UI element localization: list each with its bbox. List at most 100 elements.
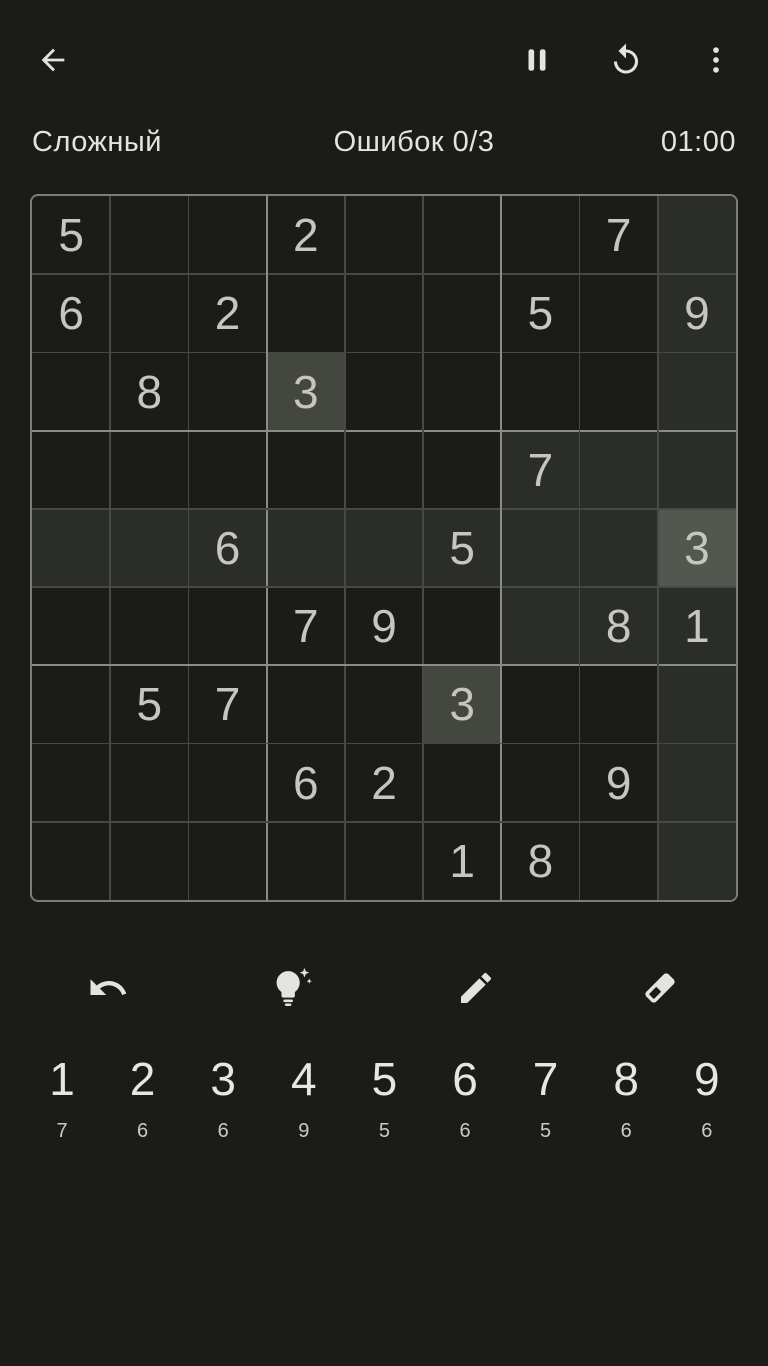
sudoku-cell[interactable] — [423, 431, 501, 509]
sudoku-cell[interactable] — [110, 274, 188, 352]
sudoku-cell[interactable] — [580, 822, 658, 900]
number-key[interactable]: 55 — [348, 1050, 420, 1150]
sudoku-cell[interactable] — [32, 352, 110, 430]
sudoku-cell[interactable] — [579, 430, 658, 509]
sudoku-cell[interactable]: 2 — [188, 274, 266, 352]
sudoku-cell[interactable] — [580, 665, 658, 743]
sudoku-cell[interactable] — [188, 822, 266, 900]
number-key[interactable]: 26 — [107, 1050, 179, 1150]
number-key[interactable]: 49 — [268, 1050, 340, 1150]
sudoku-cell[interactable]: 5 — [501, 274, 579, 352]
pause-button[interactable] — [509, 32, 565, 88]
sudoku-cell[interactable] — [657, 821, 736, 900]
sudoku-cell[interactable] — [32, 665, 110, 743]
lightbulb-sparkle-icon — [276, 967, 312, 1007]
back-button[interactable] — [25, 32, 81, 88]
sudoku-cell[interactable] — [344, 508, 424, 588]
number-key[interactable]: 75 — [510, 1050, 582, 1150]
sudoku-cell[interactable] — [110, 508, 189, 588]
sudoku-cell[interactable]: 2 — [267, 196, 345, 274]
sudoku-cell[interactable] — [188, 352, 266, 430]
sudoku-cell[interactable] — [423, 352, 501, 430]
number-key[interactable]: 36 — [187, 1050, 259, 1150]
sudoku-cell[interactable] — [657, 743, 736, 822]
sudoku-cell[interactable] — [267, 431, 345, 509]
sudoku-cell[interactable] — [266, 508, 345, 588]
sudoku-cell[interactable] — [345, 352, 423, 430]
sudoku-cell[interactable]: 9 — [345, 587, 423, 665]
sudoku-cell[interactable] — [501, 196, 579, 274]
number-key-digit: 6 — [452, 1053, 478, 1105]
sudoku-cell[interactable] — [345, 274, 423, 352]
sudoku-cell[interactable] — [501, 352, 579, 430]
sudoku-cell[interactable] — [345, 822, 423, 900]
sudoku-cell[interactable] — [267, 822, 345, 900]
sudoku-cell[interactable] — [580, 274, 658, 352]
sudoku-cell[interactable]: 8 — [110, 352, 188, 430]
sudoku-cell[interactable] — [267, 274, 345, 352]
sudoku-cell[interactable]: 8 — [579, 587, 658, 666]
sudoku-cell[interactable] — [501, 744, 579, 822]
sudoku-cell[interactable] — [32, 508, 111, 588]
sudoku-cell[interactable] — [423, 196, 501, 274]
sudoku-cell[interactable] — [423, 744, 501, 822]
sudoku-cell[interactable]: 1 — [657, 587, 736, 666]
notes-button[interactable] — [438, 950, 514, 1026]
sudoku-cell[interactable]: 2 — [345, 744, 423, 822]
sudoku-cell[interactable] — [657, 196, 736, 275]
erase-button[interactable] — [622, 950, 698, 1026]
sudoku-cell[interactable] — [32, 744, 110, 822]
sudoku-cell[interactable] — [110, 196, 188, 274]
sudoku-cell[interactable]: 3 — [657, 508, 736, 588]
sudoku-cell[interactable]: 7 — [267, 587, 345, 665]
sudoku-cell[interactable] — [423, 587, 501, 665]
sudoku-cell[interactable]: 3 — [423, 665, 502, 744]
sudoku-cell[interactable] — [32, 587, 110, 665]
number-key[interactable]: 17 — [26, 1050, 98, 1150]
number-key[interactable]: 66 — [429, 1050, 501, 1150]
sudoku-cell[interactable]: 3 — [266, 352, 345, 431]
sudoku-cell[interactable] — [110, 822, 188, 900]
sudoku-cell[interactable]: 6 — [32, 274, 110, 352]
sudoku-cell[interactable] — [345, 196, 423, 274]
sudoku-cell[interactable]: 7 — [580, 196, 658, 274]
more-menu-button[interactable] — [688, 32, 744, 88]
sudoku-cell[interactable] — [345, 431, 423, 509]
sudoku-cell[interactable]: 9 — [580, 744, 658, 822]
sudoku-cell[interactable] — [188, 431, 266, 509]
sudoku-cell[interactable]: 7 — [188, 665, 266, 743]
sudoku-cell[interactable]: 6 — [267, 744, 345, 822]
sudoku-cell[interactable] — [657, 665, 736, 744]
sudoku-cell[interactable]: 5 — [32, 196, 110, 274]
sudoku-cell[interactable] — [32, 822, 110, 900]
sudoku-cell[interactable]: 1 — [423, 822, 501, 900]
hint-button[interactable] — [254, 950, 330, 1026]
sudoku-cell[interactable]: 9 — [657, 274, 736, 353]
sudoku-cell[interactable]: 5 — [110, 665, 188, 743]
sudoku-cell[interactable] — [110, 431, 188, 509]
undo-button[interactable] — [70, 950, 146, 1026]
sudoku-cell[interactable] — [501, 508, 580, 588]
sudoku-cell[interactable] — [345, 665, 423, 743]
sudoku-cell[interactable] — [32, 431, 110, 509]
sudoku-cell[interactable]: 6 — [188, 508, 267, 588]
sudoku-cell[interactable]: 8 — [501, 822, 579, 900]
sudoku-cell[interactable] — [423, 274, 501, 352]
sudoku-cell[interactable] — [110, 744, 188, 822]
sudoku-cell[interactable] — [267, 665, 345, 743]
number-key[interactable]: 86 — [590, 1050, 662, 1150]
sudoku-cell[interactable] — [188, 744, 266, 822]
sudoku-cell[interactable] — [657, 352, 736, 431]
sudoku-cell[interactable]: 7 — [501, 430, 580, 509]
sudoku-cell[interactable] — [657, 430, 736, 509]
sudoku-cell[interactable] — [501, 665, 579, 743]
sudoku-cell[interactable] — [188, 587, 266, 665]
restart-button[interactable] — [598, 32, 654, 88]
sudoku-cell[interactable]: 5 — [423, 508, 502, 588]
sudoku-cell[interactable] — [580, 352, 658, 430]
number-key[interactable]: 96 — [671, 1050, 743, 1150]
sudoku-cell[interactable] — [501, 587, 580, 666]
sudoku-cell[interactable] — [579, 508, 658, 588]
sudoku-cell[interactable] — [188, 196, 266, 274]
sudoku-cell[interactable] — [110, 587, 188, 665]
